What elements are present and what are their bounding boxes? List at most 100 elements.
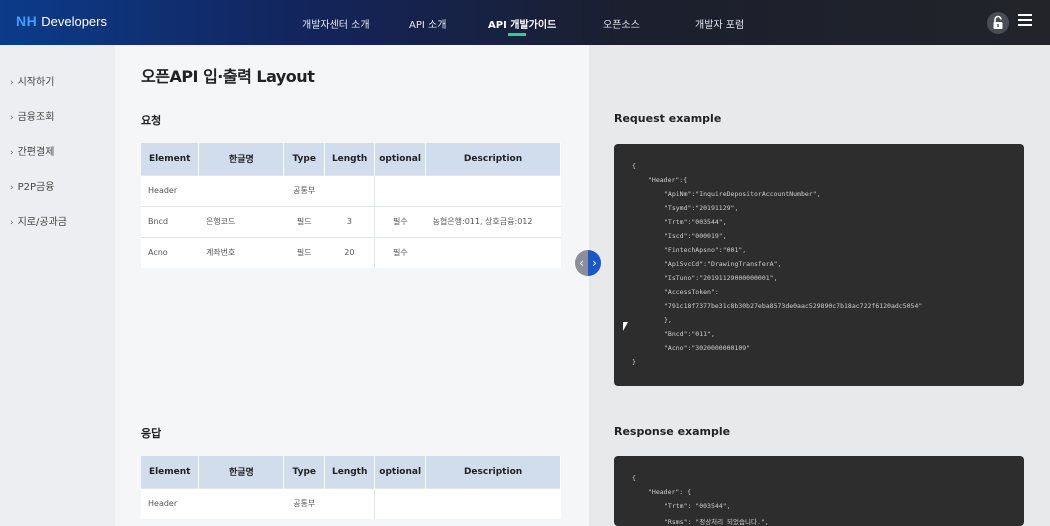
sidebar-item-label: 지로/공과금 <box>17 217 67 228</box>
column-header: Length <box>324 143 376 175</box>
code-line: "791c18f7377be31c8b30b27eba8573de0aac529… <box>664 302 923 310</box>
cell-korean <box>198 487 284 519</box>
sidebar-item-giro[interactable]: › 지로/공과금 <box>10 213 67 228</box>
code-line: } <box>632 358 636 366</box>
cell-element: Header <box>141 487 199 519</box>
chevron-right-icon: › <box>10 148 14 158</box>
mouse-cursor-icon <box>623 322 628 331</box>
cell-korean: 은행코드 <box>198 205 284 237</box>
cell-type: 공통부 <box>283 174 325 206</box>
response-section-title: 응답 <box>141 427 162 440</box>
code-line: "Trtm":"003544", <box>664 218 727 226</box>
sidebar-item-label: P2P금융 <box>17 182 55 193</box>
code-line: "ApiNm":"InquireDepositorAccountNumber", <box>664 190 821 198</box>
sidebar-item-easy-payment[interactable]: › 간편결제 <box>10 143 54 158</box>
cell-korean <box>198 174 284 206</box>
code-line: "Bncd":"011", <box>664 330 715 338</box>
sidebar-item-financial-inquiry[interactable]: › 금융조회 <box>10 108 54 123</box>
logo-text: Developers <box>41 14 107 29</box>
sidebar-item-getting-started[interactable]: › 시작하기 <box>10 73 54 88</box>
code-line: "Acno":"3020000000109" <box>664 344 751 352</box>
column-header: Type <box>283 456 326 488</box>
column-header: Length <box>324 456 376 488</box>
chevron-right-icon: › <box>10 218 14 228</box>
nav-item-api-intro[interactable]: API 소개 <box>409 16 446 31</box>
sidebar: › 시작하기 › 금융조회 › 간편결제 › P2P금융 › 지로/공과금 <box>0 45 115 526</box>
code-line: "ApiSvcCd":"DrawingTransferA", <box>664 260 782 268</box>
chevron-right-icon: › <box>10 183 14 193</box>
code-line: { <box>632 162 636 170</box>
table-row: Header 공통부 <box>141 487 561 519</box>
cell-optional: 필수 <box>374 236 426 268</box>
code-line: "Header": { <box>648 488 692 496</box>
top-navigation-bar: NH Developers 개발자센터 소개 API 소개 API 개발가이드 오… <box>0 0 1050 45</box>
chevron-left-icon[interactable]: ‹ <box>575 250 588 276</box>
cell-description <box>425 236 561 268</box>
cell-description <box>425 174 561 206</box>
code-line: { <box>632 474 636 482</box>
column-header: Element <box>141 456 200 488</box>
code-line: "Header":{ <box>648 176 688 184</box>
request-table: Element 한글명 Type Length optional Descrip… <box>141 143 561 268</box>
table-row: Acno 계좌번호 필드 20 필수 <box>141 236 561 268</box>
nav-item-open-source[interactable]: 오픈소스 <box>603 16 640 31</box>
sidebar-item-label: 금융조회 <box>17 112 55 123</box>
cell-optional <box>374 174 426 206</box>
logo-brand: NH <box>16 13 38 29</box>
sidebar-item-label: 간편결제 <box>17 147 55 158</box>
response-example-title: Response example <box>614 425 731 438</box>
cell-optional <box>374 487 426 519</box>
cell-type: 필드 <box>283 205 325 237</box>
main-content: 오픈API 입·출력 Layout 요청 Element 한글명 Type Le… <box>115 45 589 526</box>
code-line: "Trtm": "003544", <box>664 502 731 510</box>
nav-item-developer-center[interactable]: 개발자센터 소개 <box>302 16 370 31</box>
page-title: 오픈API 입·출력 Layout <box>141 67 315 86</box>
column-header: optional <box>374 143 427 175</box>
cell-type: 필드 <box>283 236 325 268</box>
request-section-title: 요청 <box>141 114 162 127</box>
example-panel: Request example { "Header":{ "ApiNm":"In… <box>589 45 1050 526</box>
response-table: Element 한글명 Type Length optional Descrip… <box>141 456 561 519</box>
code-line: }, <box>664 316 672 324</box>
cell-element: Acno <box>141 236 199 268</box>
table-row: Bncd 은행코드 필드 3 필수 농협은행:011, 상호금융:012 <box>141 205 561 237</box>
code-line: "AccessToken": <box>664 288 719 296</box>
cell-length <box>324 487 375 519</box>
logo[interactable]: NH Developers <box>16 13 107 29</box>
table-header-row: Element 한글명 Type Length optional Descrip… <box>141 143 561 175</box>
active-nav-indicator <box>508 33 526 36</box>
table-row: Header 공통부 <box>141 174 561 206</box>
cell-length: 20 <box>324 236 375 268</box>
cell-optional: 필수 <box>374 205 426 237</box>
sidebar-item-label: 시작하기 <box>17 77 55 88</box>
column-header: 한글명 <box>198 456 285 488</box>
code-line: "FintechApsno":"001", <box>664 246 747 254</box>
column-header: Description <box>425 143 561 175</box>
lock-button[interactable] <box>987 12 1009 34</box>
chevron-right-icon: › <box>10 113 14 123</box>
cell-length: 3 <box>324 205 375 237</box>
chevron-right-icon[interactable]: › <box>588 250 601 276</box>
nav-item-api-guide[interactable]: API 개발가이드 <box>488 16 556 31</box>
code-line: "IsTuno":"20191129000000001", <box>664 274 778 282</box>
nav-item-developer-forum[interactable]: 개발자 포럼 <box>695 16 744 31</box>
request-example-title: Request example <box>614 112 722 125</box>
cell-description: 농협은행:011, 상호금융:012 <box>425 205 561 237</box>
column-header: Type <box>283 143 326 175</box>
response-example-code[interactable]: { "Header": { "Trtm": "003544", "Rsms": … <box>614 456 1024 526</box>
panel-toggle[interactable]: ‹ › <box>575 250 601 276</box>
column-header: Element <box>141 143 200 175</box>
code-line: "Tsymd":"20191129", <box>664 204 739 212</box>
column-header: 한글명 <box>198 143 285 175</box>
cell-element: Header <box>141 174 199 206</box>
hamburger-menu-icon[interactable] <box>1018 14 1034 28</box>
lock-icon <box>993 15 1003 29</box>
cell-length <box>324 174 375 206</box>
cell-element: Bncd <box>141 205 199 237</box>
table-header-row: Element 한글명 Type Length optional Descrip… <box>141 456 561 488</box>
sidebar-item-p2p[interactable]: › P2P금융 <box>10 178 54 193</box>
request-example-code[interactable]: { "Header":{ "ApiNm":"InquireDepositorAc… <box>614 144 1024 386</box>
code-line: "Iscd":"000019", <box>664 232 727 240</box>
cell-type: 공통부 <box>283 487 325 519</box>
cell-korean: 계좌번호 <box>198 236 284 268</box>
